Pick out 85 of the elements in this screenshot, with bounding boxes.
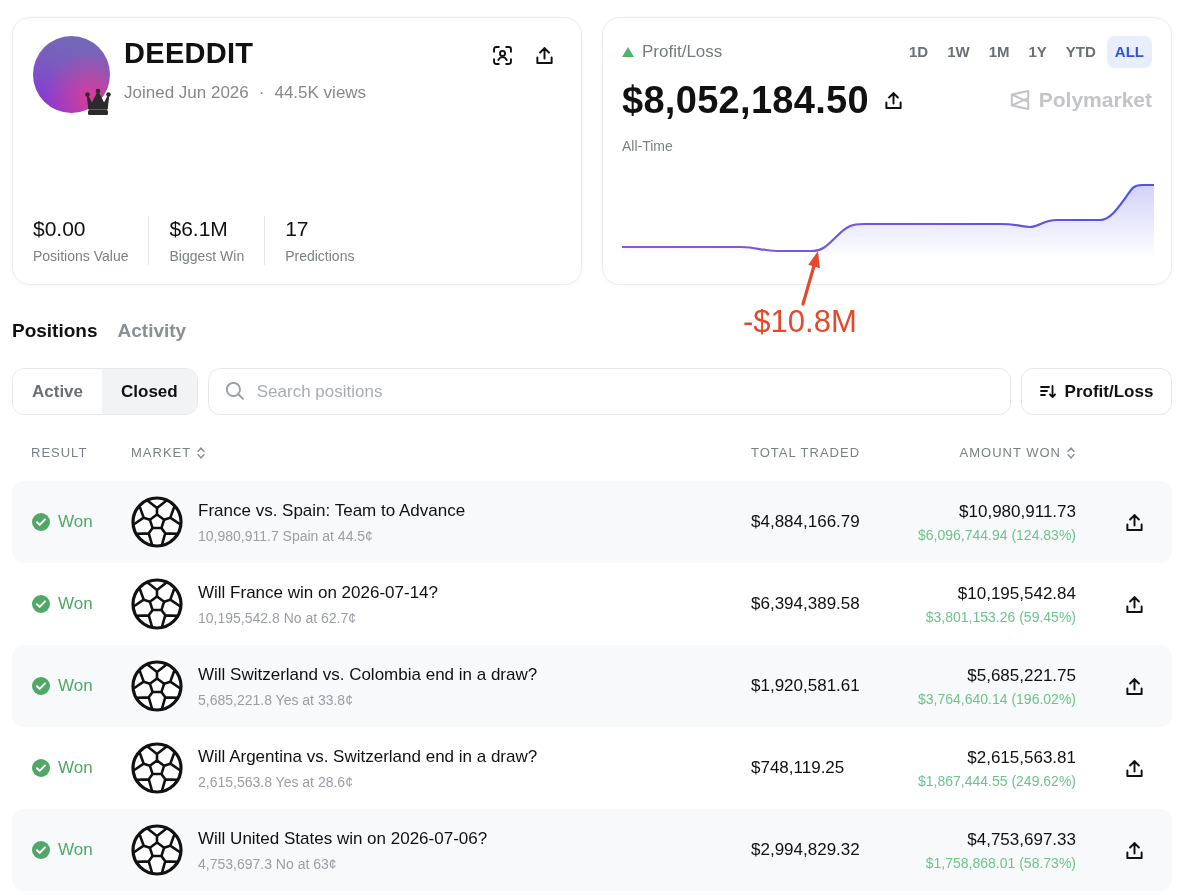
amount-won: $10,980,911.73	[959, 500, 1076, 523]
share-icon	[1125, 513, 1143, 531]
result-label: Won	[58, 675, 93, 698]
range-tab[interactable]: YTD	[1057, 36, 1104, 68]
stat-label: Biggest Win	[169, 247, 245, 265]
sort-button[interactable]: Profit/Loss	[1021, 368, 1172, 415]
sort-icon	[1039, 385, 1056, 398]
profile-name: DEEDDIT	[124, 36, 255, 71]
stat-label: Predictions	[285, 247, 355, 265]
share-button[interactable]	[884, 91, 902, 109]
market-title: Will United States win on 2026-07-06?	[198, 827, 488, 850]
column-header: RESULT	[31, 444, 88, 462]
crown-icon	[85, 88, 111, 115]
brand-name: Polymarket	[1038, 87, 1152, 114]
soccer-ball-icon	[131, 742, 183, 794]
share-button[interactable]	[1125, 513, 1143, 531]
result-label: Won	[58, 511, 93, 534]
share-icon	[536, 46, 553, 64]
separator: ·	[258, 82, 265, 104]
profit-amount: $6,096,744.94 (124.83%)	[918, 525, 1076, 544]
total-traded: $1,920,581.61	[751, 675, 860, 698]
view-count: 44.5K views	[274, 82, 367, 104]
search-icon	[225, 382, 244, 400]
column-header: MARKET	[131, 444, 192, 462]
profit-amount: $3,764,640.14 (196.02%)	[918, 689, 1076, 708]
share-button[interactable]	[1125, 841, 1143, 859]
soccer-ball-icon	[131, 660, 183, 712]
range-tab[interactable]: 1W	[939, 36, 978, 68]
filter-tab[interactable]: Closed	[102, 369, 197, 414]
share-button[interactable]	[1125, 595, 1143, 613]
position-detail: 4,753,697.3 No at 63¢	[198, 854, 338, 873]
soccer-ball-icon	[131, 496, 183, 548]
section-tab[interactable]: Positions	[12, 319, 98, 343]
position-detail: 10,195,542.8 No at 62.7¢	[198, 608, 358, 627]
total-traded: $748,119.25	[751, 757, 845, 780]
result-label: Won	[58, 839, 93, 862]
stat-value: $0.00	[33, 216, 87, 242]
market-title: Will Argentina vs. Switzerland end in a draw?	[198, 745, 538, 768]
total-traded: $2,994,829.32	[751, 839, 860, 862]
share-icon	[1125, 677, 1143, 695]
profit-amount: $1,758,868.01 (58.73%)	[925, 853, 1076, 872]
amount-won: $5,685,221.75	[967, 664, 1076, 687]
result-label: Won	[58, 757, 93, 780]
market-title: Will France win on 2026-07-14?	[198, 581, 438, 604]
joined-date: Joined Jun 2026	[124, 82, 249, 104]
column-header: TOTAL TRADED	[751, 444, 861, 462]
annotation-text: -$10.8M	[743, 303, 857, 341]
profit-amount: $3,801,153.26 (59.45%)	[925, 607, 1076, 626]
face-scan-icon	[493, 45, 512, 65]
stat-value: $6.1M	[169, 216, 229, 242]
stat-label: Positions Value	[33, 247, 129, 265]
range-tab[interactable]: 1D	[900, 36, 937, 68]
range-tab[interactable]: ALL	[1106, 36, 1152, 68]
soccer-ball-icon	[131, 578, 183, 630]
market-title: France vs. Spain: Team to Advance	[198, 499, 466, 522]
logo-icon	[1009, 89, 1030, 111]
share-button[interactable]	[536, 46, 553, 64]
scan-button[interactable]	[493, 45, 512, 65]
range-tab[interactable]: 1M	[980, 36, 1018, 68]
share-icon	[1125, 841, 1143, 859]
share-icon	[1125, 595, 1143, 613]
total-traded: $4,884,166.79	[751, 511, 860, 534]
result-label: Won	[58, 593, 93, 616]
search-field[interactable]: Search positions	[207, 368, 1011, 415]
profit-amount: $1,867,444.55 (249.62%)	[918, 771, 1076, 790]
section-tab[interactable]: Activity	[117, 319, 187, 343]
pnl-label: Profit/Loss	[642, 41, 723, 64]
position-detail: 5,685,221.8 Yes at 33.8¢	[198, 690, 354, 709]
pnl-value: $8,052,184.50	[622, 78, 869, 123]
range-tab[interactable]: 1Y	[1020, 36, 1055, 68]
share-icon	[1125, 759, 1143, 777]
column-header: AMOUNT WON	[959, 444, 1061, 462]
amount-won: $4,753,697.33	[967, 828, 1076, 851]
share-button[interactable]	[1125, 759, 1143, 777]
amount-won: $10,195,542.84	[957, 582, 1076, 605]
market-title: Will Switzerland vs. Colombia end in a draw?	[198, 663, 538, 686]
total-traded: $6,394,389.58	[751, 593, 860, 616]
soccer-ball-icon	[131, 824, 183, 876]
stat-value: 17	[285, 216, 310, 242]
position-detail: 2,615,563.8 Yes at 28.6¢	[198, 772, 354, 791]
period-label: All-Time	[622, 137, 673, 155]
share-icon	[884, 91, 902, 109]
share-button[interactable]	[1125, 677, 1143, 695]
position-detail: 10,980,911.7 Spain at 44.5¢	[198, 526, 374, 545]
amount-won: $2,615,563.81	[967, 746, 1076, 769]
